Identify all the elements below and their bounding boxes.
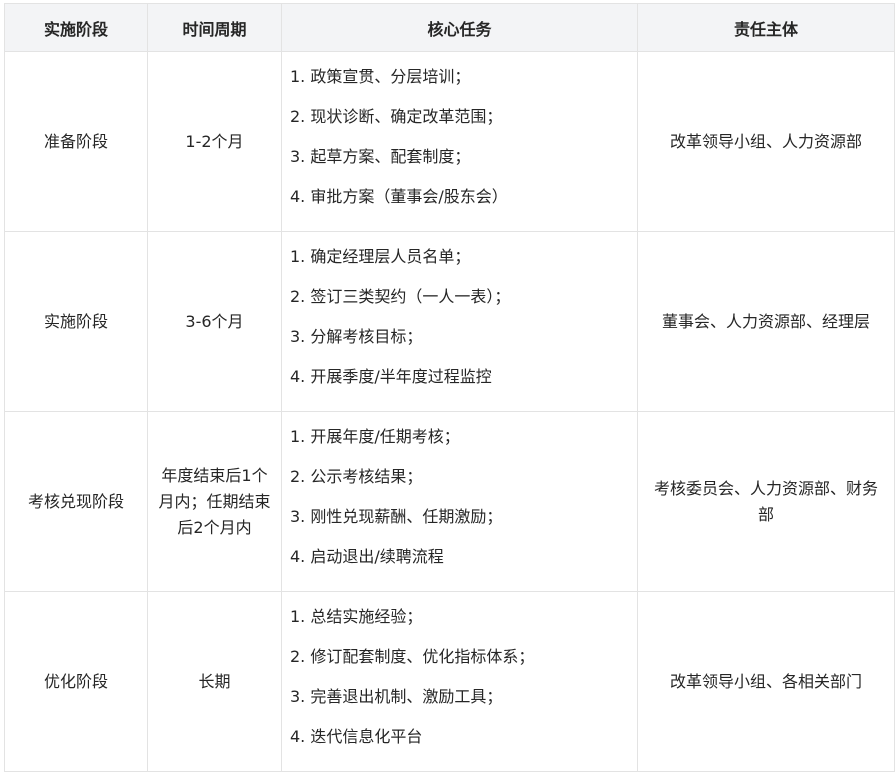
- task-item: 4. 迭代信息化平台: [290, 727, 423, 746]
- task-item: 4. 审批方案（董事会/股东会）: [290, 187, 508, 206]
- task-item: 3. 刚性兑现薪酬、任期激励；: [290, 507, 503, 526]
- tasks-cell: 1. 政策宣贯、分层培训； 2. 现状诊断、确定改革范围； 3. 起草方案、配套…: [281, 51, 638, 232]
- task-item: 2. 现状诊断、确定改革范围；: [290, 107, 503, 126]
- stage-cell: 考核兑现阶段: [4, 411, 148, 592]
- task-list: 1. 总结实施经验； 2. 修订配套制度、优化指标体系； 3. 完善退出机制、激…: [290, 601, 629, 761]
- task-list: 1. 开展年度/任期考核； 2. 公示考核结果； 3. 刚性兑现薪酬、任期激励；…: [290, 421, 629, 581]
- table-row: 考核兑现阶段 年度结束后1个月内；任期结束后2个月内 1. 开展年度/任期考核；…: [4, 411, 895, 592]
- task-item: 3. 完善退出机制、激励工具；: [290, 687, 503, 706]
- task-item: 1. 确定经理层人员名单；: [290, 247, 471, 266]
- stage-cell: 优化阶段: [4, 591, 148, 772]
- header-stage: 实施阶段: [4, 3, 148, 52]
- table-container: 实施阶段 时间周期 核心任务 责任主体 准备阶段 1-2个月 1. 政策宣贯、分…: [4, 3, 895, 772]
- header-tasks: 核心任务: [281, 3, 638, 52]
- tasks-cell: 1. 确定经理层人员名单； 2. 签订三类契约（一人一表）； 3. 分解考核目标…: [281, 231, 638, 412]
- owner-cell: 考核委员会、人力资源部、财务部: [637, 411, 895, 592]
- period-cell: 3-6个月: [147, 231, 282, 412]
- stage-cell: 准备阶段: [4, 51, 148, 232]
- task-item: 4. 启动退出/续聘流程: [290, 547, 444, 566]
- owner-cell: 改革领导小组、各相关部门: [637, 591, 895, 772]
- task-item: 2. 签订三类契约（一人一表）；: [290, 287, 511, 306]
- table-row: 优化阶段 长期 1. 总结实施经验； 2. 修订配套制度、优化指标体系； 3. …: [4, 591, 895, 772]
- owner-cell: 董事会、人力资源部、经理层: [637, 231, 895, 412]
- task-item: 2. 修订配套制度、优化指标体系；: [290, 647, 535, 666]
- period-cell: 年度结束后1个月内；任期结束后2个月内: [147, 411, 282, 592]
- task-item: 2. 公示考核结果；: [290, 467, 423, 486]
- task-item: 3. 起草方案、配套制度；: [290, 147, 471, 166]
- header-owner: 责任主体: [637, 3, 895, 52]
- period-cell: 长期: [147, 591, 282, 772]
- table-row: 准备阶段 1-2个月 1. 政策宣贯、分层培训； 2. 现状诊断、确定改革范围；…: [4, 51, 895, 232]
- header-row: 实施阶段 时间周期 核心任务 责任主体: [4, 3, 895, 52]
- task-item: 4. 开展季度/半年度过程监控: [290, 367, 492, 386]
- task-item: 3. 分解考核目标；: [290, 327, 423, 346]
- task-item: 1. 政策宣贯、分层培训；: [290, 67, 471, 86]
- tasks-cell: 1. 开展年度/任期考核； 2. 公示考核结果； 3. 刚性兑现薪酬、任期激励；…: [281, 411, 638, 592]
- period-cell: 1-2个月: [147, 51, 282, 232]
- task-item: 1. 总结实施经验；: [290, 607, 423, 626]
- owner-cell: 改革领导小组、人力资源部: [637, 51, 895, 232]
- header-period: 时间周期: [147, 3, 282, 52]
- implementation-table: 实施阶段 时间周期 核心任务 责任主体 准备阶段 1-2个月 1. 政策宣贯、分…: [4, 3, 895, 772]
- table-row: 实施阶段 3-6个月 1. 确定经理层人员名单； 2. 签订三类契约（一人一表）…: [4, 231, 895, 412]
- tasks-cell: 1. 总结实施经验； 2. 修订配套制度、优化指标体系； 3. 完善退出机制、激…: [281, 591, 638, 772]
- task-list: 1. 确定经理层人员名单； 2. 签订三类契约（一人一表）； 3. 分解考核目标…: [290, 241, 629, 401]
- task-list: 1. 政策宣贯、分层培训； 2. 现状诊断、确定改革范围； 3. 起草方案、配套…: [290, 61, 629, 221]
- stage-cell: 实施阶段: [4, 231, 148, 412]
- task-item: 1. 开展年度/任期考核；: [290, 427, 460, 446]
